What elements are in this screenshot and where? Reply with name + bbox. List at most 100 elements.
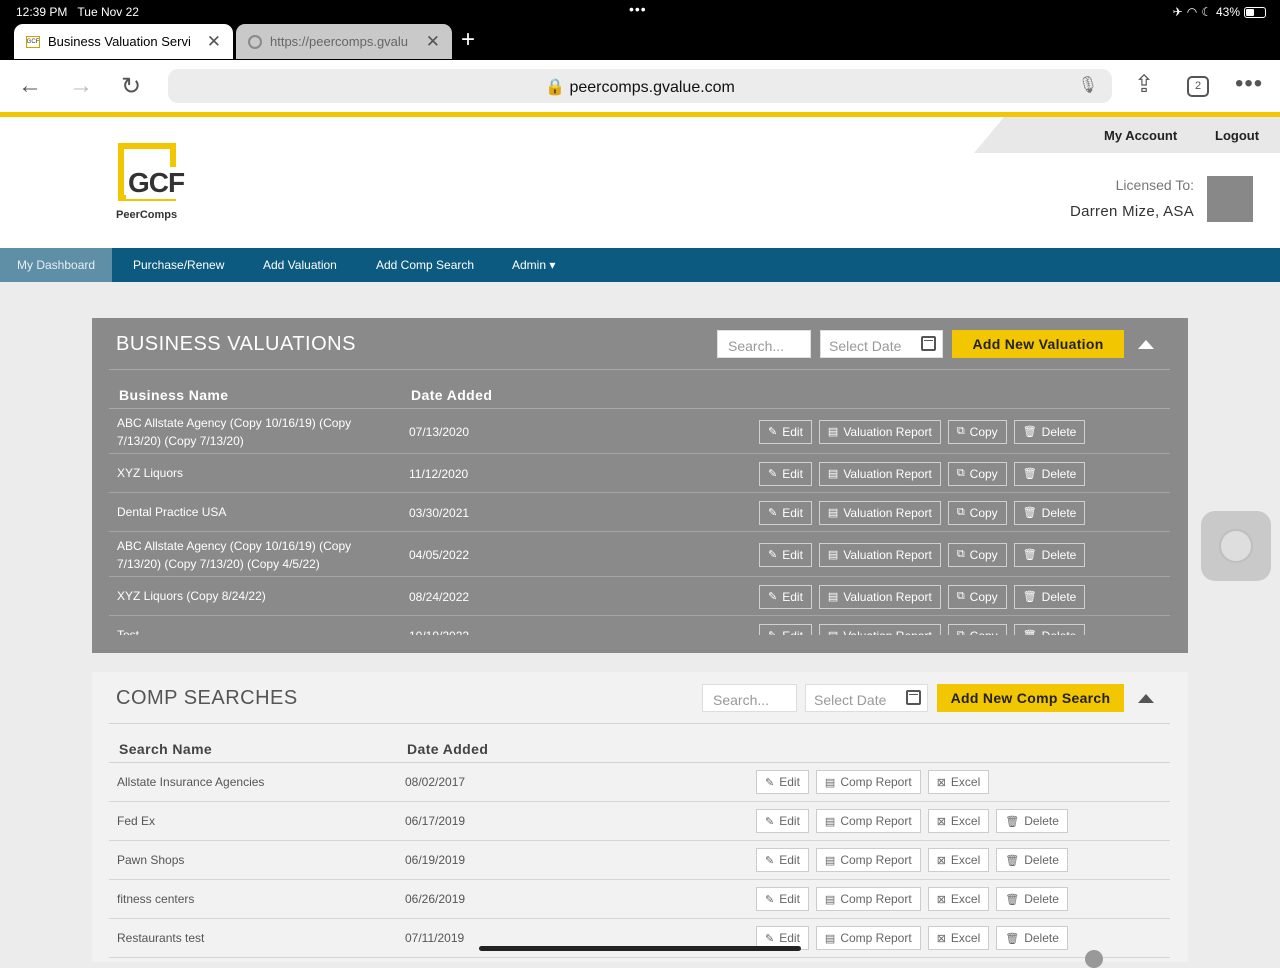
column-header-date-added[interactable]: Date Added [407, 741, 488, 757]
comp-report-button[interactable]: ▤ Comp Report [815, 770, 921, 794]
copy-icon: ⧉ [956, 425, 965, 437]
copy-button[interactable]: ⧉ Copy [947, 542, 1007, 567]
reload-icon[interactable]: ↻ [121, 72, 141, 101]
copy-icon: ⧉ [956, 629, 965, 635]
edit-button[interactable]: ✎ Edit [756, 848, 809, 872]
new-tab-icon[interactable]: + [461, 26, 475, 54]
button-label: Edit [779, 853, 800, 867]
edit-button[interactable]: ✎ Edit [759, 419, 812, 444]
edit-button[interactable]: ✎ Edit [756, 770, 809, 794]
copy-button[interactable]: ⧉ Copy [947, 500, 1007, 525]
delete-button[interactable]: 🗑 Delete [996, 809, 1068, 833]
comp-report-button[interactable]: ▤ Comp Report [815, 926, 921, 950]
copy-button[interactable]: ⧉ Copy [947, 419, 1007, 444]
delete-button[interactable]: 🗑 Delete [996, 848, 1068, 872]
calendar-icon[interactable] [906, 690, 921, 705]
close-tab-icon[interactable]: ✕ [207, 32, 221, 52]
logo-subtitle: PeerComps [116, 209, 178, 221]
pencil-icon: ✎ [765, 893, 775, 906]
multitask-dots-icon[interactable]: ••• [629, 1, 647, 17]
valuation-report-button[interactable]: ▤ Valuation Report [818, 500, 941, 525]
valuation-report-button[interactable]: ▤ Valuation Report [818, 623, 941, 636]
browser-tab-active[interactable]: GCF Business Valuation Servi ✕ [14, 24, 233, 59]
collapse-caret-icon[interactable] [1138, 694, 1154, 703]
button-label: Valuation Report [843, 629, 932, 636]
trash-icon: 🗑 [1022, 468, 1037, 480]
home-indicator[interactable] [479, 946, 801, 951]
forward-icon[interactable]: → [69, 72, 93, 100]
comp-report-button[interactable]: ▤ Comp Report [815, 809, 921, 833]
delete-button[interactable]: 🗑 Delete [996, 887, 1068, 911]
browser-toolbar: ← → ↻ 🔒 peercomps.gvalue.com 🎙 ⇪ 2 ••• [0, 60, 1280, 112]
comp-searches-table: Allstate Insurance Agencies 08/02/2017 ✎ Ed… [109, 763, 1170, 963]
delete-button[interactable]: 🗑 Delete [1013, 584, 1086, 609]
copy-button[interactable]: ⧉ Copy [947, 623, 1007, 635]
edit-button[interactable]: ✎ Edit [759, 500, 812, 525]
comp-report-button[interactable]: ▤ Comp Report [815, 887, 921, 911]
excel-button[interactable]: ⊠ Excel [927, 887, 990, 911]
row-actions: ✎ Edit ▤ Valuation Report ⧉ Copy 🗑 Delete [759, 461, 1086, 486]
valuation-report-button[interactable]: ▤ Valuation Report [818, 461, 941, 486]
date-added-cell: 07/11/2019 [405, 931, 465, 945]
calendar-icon[interactable] [921, 336, 936, 351]
back-icon[interactable]: ← [18, 72, 42, 100]
valuation-report-button[interactable]: ▤ Valuation Report [818, 542, 941, 567]
comp-date-picker[interactable]: Select Date [805, 684, 928, 712]
trash-icon: 🗑 [1022, 591, 1037, 603]
delete-button[interactable]: 🗑 Delete [1013, 461, 1086, 486]
report-icon: ▤ [827, 591, 839, 603]
nav-admin-dropdown[interactable]: Admin ▾ [512, 248, 555, 282]
assistive-touch-button[interactable] [1201, 511, 1271, 581]
column-header-date-added[interactable]: Date Added [411, 387, 492, 403]
status-bar: 12:39 PM Tue Nov 22 ••• ✈ ◠ ☾ 43% [0, 0, 1280, 24]
copy-button[interactable]: ⧉ Copy [947, 584, 1007, 609]
add-new-valuation-button[interactable]: Add New Valuation [952, 330, 1124, 358]
delete-button[interactable]: 🗑 Delete [996, 926, 1068, 950]
delete-button[interactable]: 🗑 Delete [1013, 623, 1086, 635]
microphone-icon[interactable]: 🎙 [1078, 75, 1098, 95]
collapse-caret-icon[interactable] [1138, 340, 1154, 349]
comp-report-button[interactable]: ▤ Comp Report [815, 848, 921, 872]
my-account-link[interactable]: My Account [1104, 128, 1177, 143]
valuation-report-button[interactable]: ▤ Valuation Report [818, 419, 941, 444]
nav-add-comp-search[interactable]: Add Comp Search [376, 248, 474, 282]
excel-button[interactable]: ⊠ Excel [927, 848, 990, 872]
delete-button[interactable]: 🗑 Delete [1013, 419, 1086, 444]
button-label: Edit [782, 589, 803, 604]
delete-button[interactable]: 🗑 Delete [1013, 500, 1086, 525]
button-label: Edit [782, 505, 803, 520]
nav-add-valuation[interactable]: Add Valuation [263, 248, 337, 282]
browser-tab-inactive[interactable]: https://peercomps.gvalu ✕ [236, 24, 452, 59]
date-added-cell: 04/05/2022 [409, 547, 470, 562]
nav-purchase-renew[interactable]: Purchase/Renew [133, 248, 224, 282]
edit-button[interactable]: ✎ Edit [759, 584, 812, 609]
valuation-date-picker[interactable]: Select Date [820, 330, 943, 358]
delete-button[interactable]: 🗑 Delete [1013, 542, 1086, 567]
valuation-report-button[interactable]: ▤ Valuation Report [818, 584, 941, 609]
scroll-indicator[interactable] [1085, 950, 1103, 968]
gcf-logo[interactable]: GCF PeerComps [116, 141, 196, 226]
excel-button[interactable]: ⊠ Excel [927, 770, 990, 794]
edit-button[interactable]: ✎ Edit [756, 809, 809, 833]
pencil-icon: ✎ [765, 932, 775, 945]
logout-link[interactable]: Logout [1215, 128, 1259, 143]
edit-button[interactable]: ✎ Edit [759, 461, 812, 486]
edit-button[interactable]: ✎ Edit [756, 887, 809, 911]
nav-my-dashboard[interactable]: My Dashboard [0, 248, 113, 282]
edit-button[interactable]: ✎ Edit [759, 542, 812, 567]
tab-count-icon[interactable]: 2 [1187, 76, 1209, 97]
share-icon[interactable]: ⇪ [1134, 70, 1154, 99]
comp-search-input[interactable]: Search... [702, 684, 797, 712]
row-actions: ✎ Edit ▤ Comp Report ⊠ Excel 🗑 Delete [756, 848, 1068, 872]
excel-button[interactable]: ⊠ Excel [927, 926, 990, 950]
column-header-business-name[interactable]: Business Name [119, 387, 228, 403]
close-tab-icon[interactable]: ✕ [426, 32, 440, 52]
edit-button[interactable]: ✎ Edit [759, 623, 812, 635]
add-new-comp-search-button[interactable]: Add New Comp Search [937, 684, 1124, 712]
excel-button[interactable]: ⊠ Excel [927, 809, 990, 833]
valuation-search-input[interactable]: Search... [717, 330, 811, 358]
address-bar[interactable]: 🔒 peercomps.gvalue.com 🎙 [168, 69, 1112, 103]
column-header-search-name[interactable]: Search Name [119, 741, 212, 757]
more-icon[interactable]: ••• [1235, 70, 1263, 98]
copy-button[interactable]: ⧉ Copy [947, 461, 1007, 486]
